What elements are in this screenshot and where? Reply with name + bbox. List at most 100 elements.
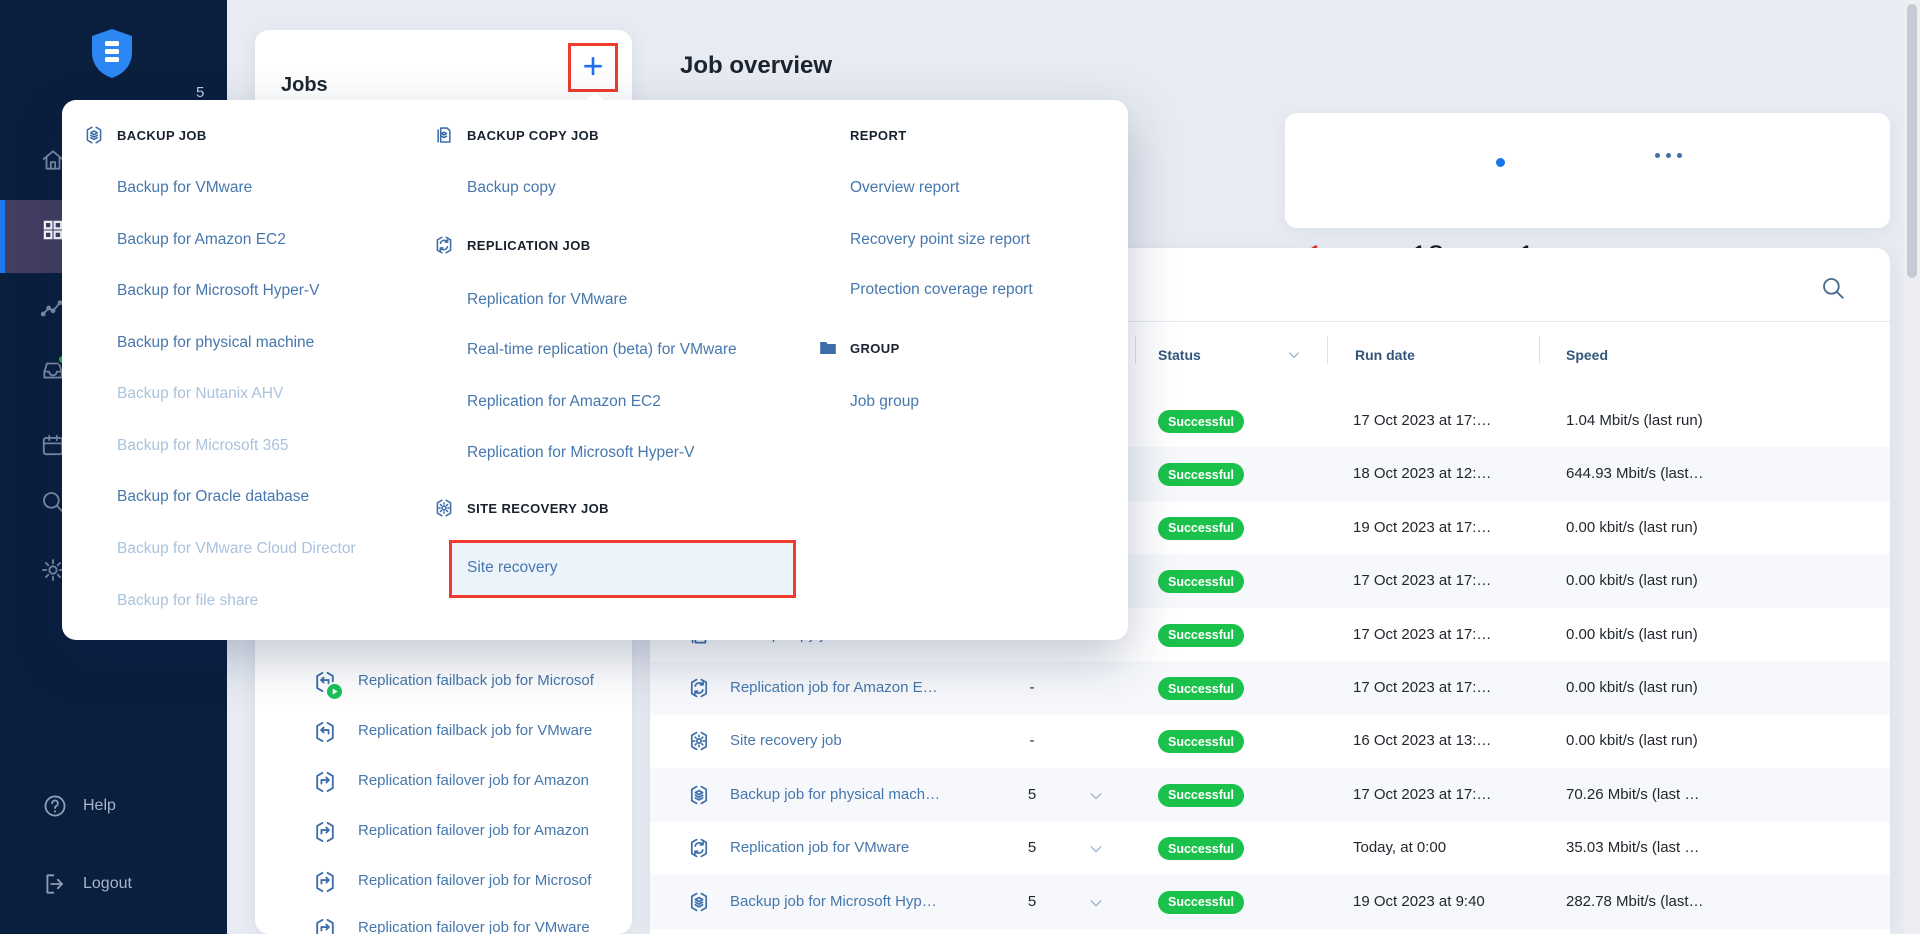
job-count: 5 <box>1018 893 1046 910</box>
menu-item-backup-for-amazon-ec2[interactable]: Backup for Amazon EC2 <box>117 228 286 252</box>
sidebar-item-logout[interactable]: Logout <box>42 871 132 897</box>
job-list-item-label[interactable]: Replication failover job for Amazon <box>358 822 589 839</box>
site-recovery-icon <box>433 497 455 519</box>
failover-job-icon <box>312 869 338 895</box>
list-item[interactable]: Replication failover job for Amazon <box>255 810 632 854</box>
job-count: 5 <box>1018 839 1046 856</box>
site-recovery-job-icon <box>687 729 711 753</box>
help-label: Help <box>83 797 116 815</box>
expand-chevron-down-icon[interactable] <box>1087 840 1105 858</box>
run-date-cell: 19 Oct 2023 at 9:40 <box>1353 893 1485 910</box>
status-badge: Successful <box>1158 784 1244 807</box>
list-item[interactable]: Replication failback job for Microsof <box>255 660 632 704</box>
sidebar-active-indicator <box>0 200 5 273</box>
menu-item-backup-for-oracle-database[interactable]: Backup for Oracle database <box>117 485 309 509</box>
menu-item-backup-for-vmware-cloud-director: Backup for VMware Cloud Director <box>117 537 356 561</box>
job-count: - <box>1018 679 1046 696</box>
status-badge: Successful <box>1158 624 1244 647</box>
menu-item-backup-copy[interactable]: Backup copy <box>467 176 556 200</box>
menu-item-recovery-point-size-report[interactable]: Recovery point size report <box>850 228 1030 252</box>
status-badge: Successful <box>1158 517 1244 540</box>
status-badge: Successful <box>1158 410 1244 433</box>
column-divider <box>1135 336 1136 364</box>
table-row: Backup job for Microsoft Hyp… 5 Successful… <box>650 875 1890 929</box>
list-item[interactable]: Replication failback job for VMware <box>255 710 632 754</box>
menu-item-replication-for-amazon-ec2[interactable]: Replication for Amazon EC2 <box>467 390 661 414</box>
menu-item-protection-coverage-report[interactable]: Protection coverage report <box>850 278 1033 302</box>
app-logo-shield-icon <box>90 28 134 80</box>
speed-cell: 644.93 Mbit/s (last… <box>1566 465 1704 482</box>
running-play-badge-icon <box>325 682 344 701</box>
job-name-link[interactable]: Replication job for VMware <box>730 839 909 856</box>
notification-count: 5 <box>196 84 204 101</box>
run-date-cell: 17 Oct 2023 at 17:… <box>1353 572 1491 589</box>
replication-icon <box>433 234 455 256</box>
run-date-cell: 17 Oct 2023 at 17:… <box>1353 412 1491 429</box>
run-date-cell: 16 Oct 2023 at 13:… <box>1353 732 1491 749</box>
status-badge: Successful <box>1158 570 1244 593</box>
menu-item-overview-report[interactable]: Overview report <box>850 176 959 200</box>
job-name-link[interactable]: Backup job for physical mach… <box>730 786 940 803</box>
menu-item-backup-for-microsoft-hyper-v[interactable]: Backup for Microsoft Hyper-V <box>117 279 319 303</box>
menu-item-backup-for-vmware[interactable]: Backup for VMware <box>117 176 252 200</box>
scrollbar-thumb[interactable] <box>1907 4 1917 278</box>
menu-section-header: GROUP <box>850 336 900 360</box>
job-count: 5 <box>1018 786 1046 803</box>
folder-icon <box>817 337 839 359</box>
job-count: - <box>1018 732 1046 749</box>
table-row: Replication job for Amazon E…-Successful… <box>650 661 1890 715</box>
expand-chevron-down-icon[interactable] <box>1087 894 1105 912</box>
logout-label: Logout <box>83 875 132 893</box>
status-badge: Successful <box>1158 891 1244 914</box>
job-list-item-label[interactable]: Replication failover job for Amazon <box>358 772 589 789</box>
status-filter-chevron-down-icon[interactable] <box>1286 347 1302 363</box>
run-date-cell: 19 Oct 2023 at 17:… <box>1353 519 1491 536</box>
search-icon[interactable] <box>1820 275 1846 301</box>
column-header-status[interactable]: Status <box>1158 347 1201 363</box>
speed-cell: 282.78 Mbit/s (last… <box>1566 893 1704 910</box>
sidebar-item-help[interactable]: Help <box>42 793 116 819</box>
job-name-link[interactable]: Site recovery job <box>730 732 842 749</box>
list-item[interactable]: Replication failover job for Amazon <box>255 760 632 804</box>
backup-icon <box>83 124 105 146</box>
speed-cell: 0.00 kbit/s (last run) <box>1566 679 1698 696</box>
column-header-speed[interactable]: Speed <box>1566 347 1608 363</box>
table-row: Replication job for VMware5SuccessfulTod… <box>650 821 1890 875</box>
jobs-panel-title: Jobs <box>281 74 328 97</box>
menu-item-real-time-replication-beta-for-vmware[interactable]: Real-time replication (beta) for VMware <box>467 338 737 362</box>
backup-job-icon <box>687 783 711 807</box>
more-options-icon[interactable] <box>1655 153 1682 158</box>
table-row: Site recovery job-Successful16 Oct 2023 … <box>650 714 1890 768</box>
list-item[interactable]: Replication failover job for Microsof <box>255 860 632 904</box>
job-name-link[interactable]: Backup job for Microsoft Hyp… <box>730 893 937 910</box>
expand-chevron-down-icon[interactable] <box>1087 787 1105 805</box>
status-badge: Successful <box>1158 463 1244 486</box>
column-header-run-date[interactable]: Run date <box>1355 347 1415 363</box>
speed-cell: 70.26 Mbit/s (last … <box>1566 786 1699 803</box>
speed-cell: 0.00 kbit/s (last run) <box>1566 626 1698 643</box>
menu-item-job-group[interactable]: Job group <box>850 390 919 414</box>
list-item[interactable]: Replication failover job for VMware <box>255 907 632 934</box>
column-divider <box>1539 336 1540 364</box>
failover-job-icon <box>312 916 338 934</box>
running-status-dot <box>1496 158 1505 167</box>
menu-item-replication-for-microsoft-hyper-v[interactable]: Replication for Microsoft Hyper-V <box>467 441 694 465</box>
speed-cell: 1.04 Mbit/s (last run) <box>1566 412 1703 429</box>
create-job-menu: BACKUP JOB Backup for VMware Backup for Am… <box>62 100 1128 640</box>
job-list-item-label[interactable]: Replication failback job for Microsof <box>358 672 594 689</box>
job-list-item-label[interactable]: Replication failover job for Microsof <box>358 872 591 889</box>
job-name-link[interactable]: Replication job for Amazon E… <box>730 679 938 696</box>
job-overview-stats-card: 1 Issue 18 Jobs 1 Running More <box>1285 113 1890 228</box>
job-list-item-label[interactable]: Replication failback job for VMware <box>358 722 592 739</box>
job-list-item-label[interactable]: Replication failover job for VMware <box>358 919 590 934</box>
menu-section-header: BACKUP JOB <box>117 123 207 147</box>
site-recovery-annotation-box <box>449 540 796 598</box>
failover-job-icon <box>312 819 338 845</box>
menu-section-header: REPORT <box>850 123 907 147</box>
menu-item-replication-for-vmware[interactable]: Replication for VMware <box>467 288 627 312</box>
menu-item-backup-for-physical-machine[interactable]: Backup for physical machine <box>117 331 314 355</box>
menu-item-backup-for-file-share: Backup for file share <box>117 589 258 613</box>
menu-item-backup-for-microsoft-365: Backup for Microsoft 365 <box>117 434 288 458</box>
screen: 5 Help Logout Jobs + Replication failbac… <box>0 0 1920 934</box>
add-job-button[interactable]: + <box>582 48 603 84</box>
